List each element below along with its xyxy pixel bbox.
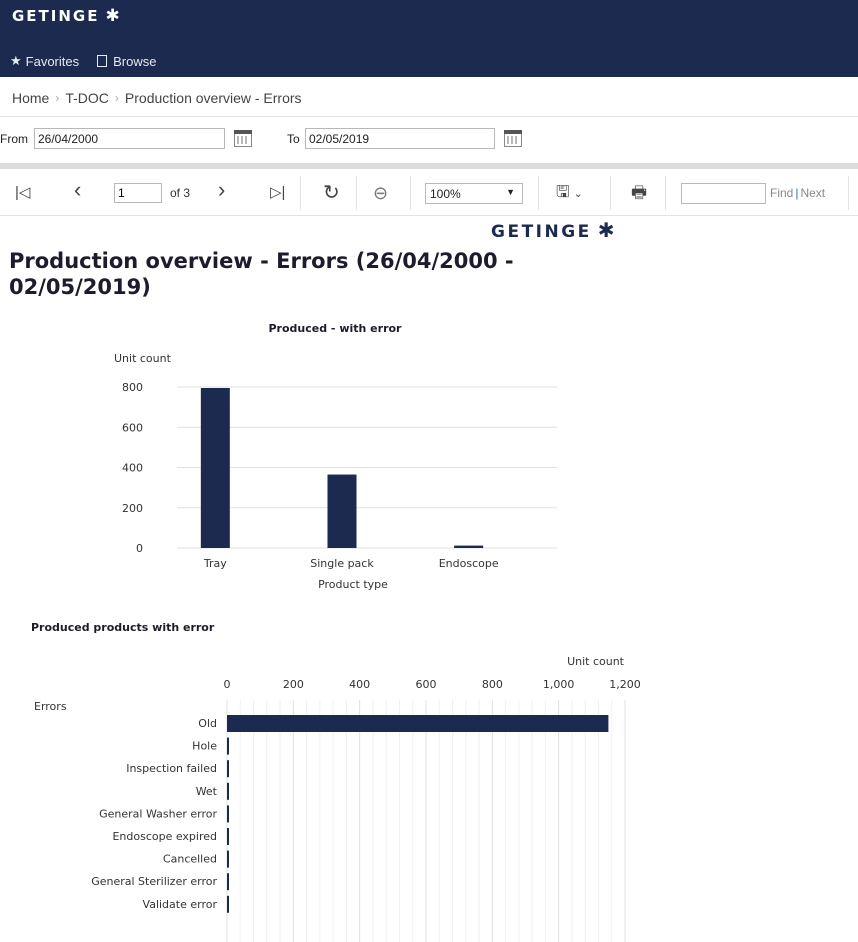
zoom-select[interactable]: 100% ▼ bbox=[425, 183, 523, 204]
y-tick-label: Endoscope expired bbox=[112, 830, 217, 843]
report-logo-text: GETINGE bbox=[491, 222, 592, 242]
y-tick-label: 200 bbox=[122, 502, 143, 515]
separator-bar: | bbox=[795, 186, 799, 200]
x-tick-label: 400 bbox=[349, 678, 370, 691]
find-link[interactable]: Find bbox=[770, 186, 793, 200]
x-tick-label: 1,000 bbox=[543, 678, 575, 691]
breadcrumb-current: Production overview - Errors bbox=[124, 90, 302, 106]
bar-general-sterilizer-error bbox=[227, 873, 229, 891]
y-tick-label: 0 bbox=[136, 542, 143, 555]
y-tick-label: 600 bbox=[122, 421, 143, 434]
dropdown-arrow-icon: ▼ bbox=[506, 187, 515, 197]
getinge-logo[interactable]: GETINGE ✱ bbox=[12, 6, 122, 26]
y-tick-label: 400 bbox=[122, 462, 143, 475]
x-tick-label: Tray bbox=[203, 557, 227, 570]
y-axis-label: Unit count bbox=[114, 352, 172, 365]
y-tick-label: Inspection failed bbox=[126, 762, 217, 775]
parameter-separator bbox=[0, 163, 858, 169]
print-icon[interactable]: 🖶 bbox=[631, 182, 647, 204]
toolbar-separator bbox=[665, 176, 666, 210]
x-tick-label: 0 bbox=[224, 678, 231, 691]
x-tick-label: Endoscope bbox=[439, 557, 499, 570]
y-tick-label: General Washer error bbox=[99, 807, 217, 820]
report-title: Production overview - Errors (26/04/2000… bbox=[9, 249, 514, 299]
toolbar-separator bbox=[356, 176, 357, 210]
produced-products-with-error-chart: Unit count 0 200 400 600 800 1,000 1,200 Errors O… bbox=[34, 655, 641, 942]
favorites-link[interactable]: ★ Favorites bbox=[10, 53, 79, 69]
bar-validate-error bbox=[227, 895, 229, 913]
x-tick-label: 1,200 bbox=[609, 678, 641, 691]
calendar-icon[interactable] bbox=[234, 130, 252, 147]
bar-endoscope bbox=[454, 545, 484, 548]
bar-general-washer-error bbox=[227, 805, 229, 823]
y-tick-label: Wet bbox=[196, 785, 218, 798]
x-tick-label: 800 bbox=[482, 678, 503, 691]
logo-star-icon: ✱ bbox=[105, 6, 122, 26]
bar-hole bbox=[227, 737, 229, 755]
bar-endoscope-expired bbox=[227, 828, 229, 845]
y-tick-label: Validate error bbox=[143, 898, 218, 911]
breadcrumb-tdoc[interactable]: T-DOC bbox=[65, 90, 109, 106]
browse-link[interactable]: Browse bbox=[97, 53, 156, 69]
toolbar-separator bbox=[410, 176, 411, 210]
x-axis-label: Product type bbox=[318, 578, 388, 591]
toolbar-separator bbox=[538, 176, 539, 210]
chart2-title: Produced products with error bbox=[31, 621, 215, 634]
y-axis-label: Errors bbox=[34, 700, 67, 713]
last-page-icon[interactable]: ▷| bbox=[270, 182, 285, 204]
report-logo: GETINGE ✱ bbox=[491, 218, 617, 242]
app-header: GETINGE ✱ ★ Favorites Browse bbox=[0, 0, 858, 77]
toolbar-separator bbox=[610, 176, 611, 210]
y-tick-label: Old bbox=[198, 717, 217, 730]
y-tick-label: General Sterilizer error bbox=[91, 875, 217, 888]
next-page-icon[interactable]: › bbox=[218, 179, 225, 201]
save-export-icon[interactable]: 🖫 ⌄ bbox=[556, 182, 583, 205]
toolbar-separator bbox=[848, 176, 849, 210]
x-tick-label: 200 bbox=[283, 678, 304, 691]
chart1-title: Produced - with error bbox=[268, 322, 402, 335]
refresh-icon[interactable]: ↻ bbox=[323, 182, 340, 204]
top-nav: ★ Favorites Browse bbox=[10, 53, 156, 69]
bar-inspection-failed bbox=[227, 760, 229, 778]
breadcrumb-home[interactable]: Home bbox=[12, 90, 49, 106]
zoom-value: 100% bbox=[430, 187, 461, 201]
logo-text: GETINGE bbox=[12, 7, 100, 25]
document-icon bbox=[97, 55, 108, 67]
page-count: of 3 bbox=[170, 186, 191, 200]
toolbar-separator bbox=[300, 176, 301, 210]
favorites-label: Favorites bbox=[25, 53, 80, 69]
y-tick-label: 800 bbox=[122, 381, 143, 394]
to-label: To bbox=[287, 132, 300, 146]
logo-star-icon: ✱ bbox=[597, 218, 618, 242]
browse-label: Browse bbox=[113, 53, 157, 69]
calendar-icon[interactable] bbox=[504, 130, 522, 147]
bar-tray bbox=[200, 388, 230, 548]
chevron-right-icon: › bbox=[114, 91, 119, 105]
bar-wet bbox=[227, 782, 229, 800]
y-tick-label: Cancelled bbox=[163, 853, 217, 866]
back-icon[interactable]: ⊖ bbox=[373, 182, 388, 204]
breadcrumb: Home › T-DOC › Production overview - Err… bbox=[12, 90, 302, 106]
y-tick-label: Hole bbox=[192, 740, 217, 753]
find-controls: Find | Next bbox=[770, 186, 825, 200]
chevron-right-icon: › bbox=[55, 91, 60, 105]
from-date-input[interactable] bbox=[34, 128, 225, 149]
from-label: From bbox=[0, 132, 28, 146]
first-page-icon[interactable]: |◁ bbox=[15, 182, 30, 204]
previous-page-icon[interactable]: ‹ bbox=[74, 179, 81, 201]
star-icon: ★ bbox=[10, 53, 22, 68]
find-input[interactable] bbox=[681, 183, 766, 204]
bar-old bbox=[227, 715, 609, 732]
bar-cancelled bbox=[227, 850, 229, 868]
divider bbox=[0, 116, 858, 117]
x-tick-label: 600 bbox=[416, 678, 437, 691]
bar-single-pack bbox=[327, 474, 357, 548]
x-tick-label: Single pack bbox=[310, 557, 374, 570]
to-date-input[interactable] bbox=[305, 128, 495, 149]
next-link[interactable]: Next bbox=[800, 186, 825, 200]
report-toolbar: |◁ ‹ of 3 › ▷| ↻ ⊖ 100% ▼ 🖫⌄ 🖶 Find|Next bbox=[0, 172, 858, 216]
produced-with-error-chart: Unit count 0 200 400 600 800 Tray Single pack En… bbox=[114, 352, 557, 591]
page-number-input[interactable] bbox=[114, 183, 162, 203]
x-axis-label: Unit count bbox=[567, 655, 625, 668]
